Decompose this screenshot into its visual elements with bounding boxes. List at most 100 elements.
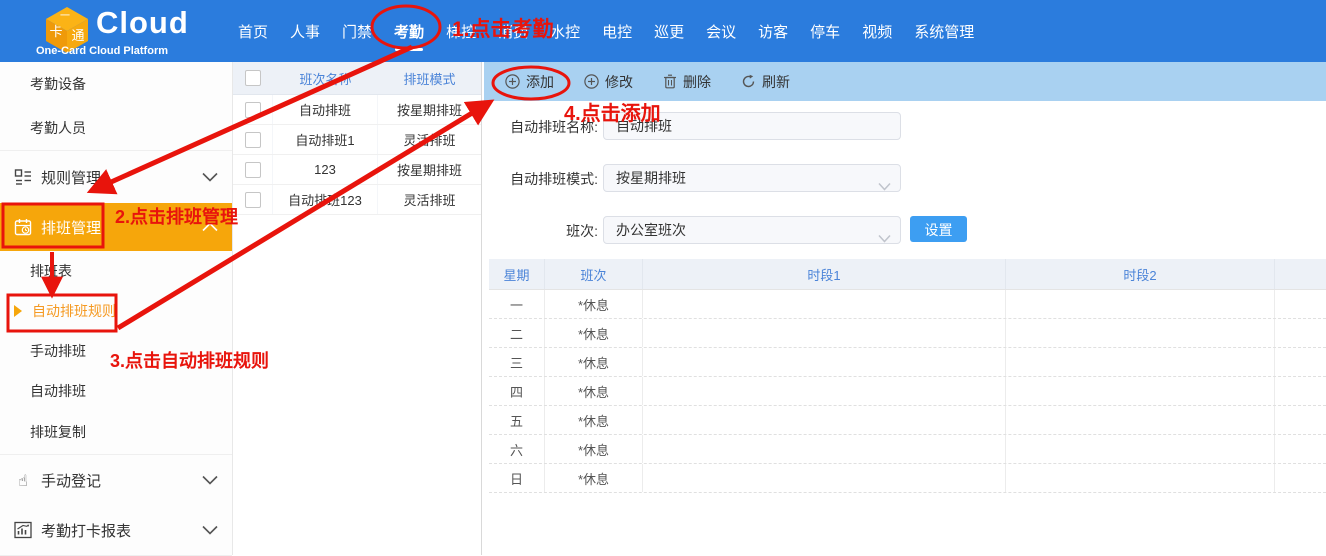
selected-shift-value: 办公室班次 (616, 222, 686, 238)
cell-shift-name: 自动排班 (273, 95, 378, 124)
table-row[interactable]: 六 *休息 (489, 435, 1326, 464)
sidebar-item-manual-schedule[interactable]: 手动排班 (0, 331, 232, 371)
select-all-checkbox[interactable] (245, 70, 261, 86)
cell-schedule-mode: 按星期排班 (378, 155, 481, 184)
row-checkbox[interactable] (245, 132, 261, 148)
shift-label: 班次: (484, 221, 598, 241)
sidebar-item-attendance-person[interactable]: 考勤人员 (0, 106, 232, 151)
svg-text:一: 一 (60, 11, 70, 22)
cell-schedule-mode: 灵活排班 (378, 185, 481, 214)
week-table-header: 星期 班次 时段1 时段2 (489, 259, 1326, 290)
auto-schedule-name-label: 自动排班名称: (484, 117, 598, 137)
nav-item-visitor[interactable]: 访客 (757, 18, 789, 45)
auto-schedule-mode-select[interactable]: 按星期排班 (603, 164, 901, 192)
sidebar: 考勤设备 考勤人员 规则管理 排班管理 排班表 (0, 62, 233, 555)
nav-item-water[interactable]: 水控 (549, 18, 581, 45)
auto-schedule-mode-label: 自动排班模式: (484, 169, 598, 189)
chevron-down-icon (202, 525, 218, 535)
svg-text:通: 通 (71, 28, 84, 43)
sidebar-group-rule-management[interactable]: 规则管理 (0, 151, 232, 203)
cell-schedule-mode: 按星期排班 (378, 95, 481, 124)
toolbar: 添加 修改 删除 刷新 (484, 62, 1326, 101)
rules-icon (14, 168, 32, 186)
sidebar-group-attendance-report[interactable]: 考勤打卡报表 (0, 505, 232, 556)
cell-extra (1275, 406, 1326, 434)
table-row[interactable]: 五 *休息 (489, 406, 1326, 435)
nav-item-attendance[interactable]: 考勤 (393, 18, 425, 45)
nav-item-consume[interactable]: 消费 (497, 18, 529, 45)
cell-extra (1275, 464, 1326, 492)
selected-mode-value: 按星期排班 (616, 170, 686, 186)
nav-item-home[interactable]: 首页 (237, 18, 269, 45)
sidebar-group-schedule-management[interactable]: 排班管理 (0, 203, 232, 251)
nav-item-video[interactable]: 视频 (861, 18, 893, 45)
table-row[interactable]: 自动排班1 灵活排班 (233, 125, 481, 155)
nav-item-system[interactable]: 系统管理 (913, 18, 975, 45)
table-row[interactable]: 123 按星期排班 (233, 155, 481, 185)
shift-select[interactable]: 办公室班次 (603, 216, 901, 244)
nav-item-patrol[interactable]: 巡更 (653, 18, 685, 45)
set-button[interactable]: 设置 (910, 216, 967, 242)
sidebar-item-schedule-table[interactable]: 排班表 (0, 251, 232, 291)
cell-weekday: 二 (489, 319, 545, 347)
column-header-extra (1275, 259, 1326, 289)
chevron-down-icon (878, 173, 891, 199)
nav-item-elevator[interactable]: 梯控 (445, 18, 477, 45)
column-header-weekday: 星期 (489, 259, 545, 289)
sidebar-item-schedule-copy[interactable]: 排班复制 (0, 411, 232, 455)
refresh-button[interactable]: 刷新 (741, 72, 790, 92)
table-row[interactable]: 自动排班 按星期排班 (233, 95, 481, 125)
report-chart-icon (14, 521, 32, 539)
schedule-icon (14, 218, 32, 236)
cell-extra (1275, 435, 1326, 463)
cell-extra (1275, 377, 1326, 405)
cell-shift: *休息 (545, 406, 643, 434)
brand-name: Cloud (96, 5, 189, 41)
edit-button[interactable]: 修改 (584, 72, 633, 92)
nav-item-personnel[interactable]: 人事 (289, 18, 321, 45)
cell-period1 (643, 435, 1006, 463)
cell-period1 (643, 377, 1006, 405)
nav-item-meeting[interactable]: 会议 (705, 18, 737, 45)
plus-circle-icon (505, 74, 520, 89)
cell-period2 (1006, 348, 1275, 376)
table-row[interactable]: 三 *休息 (489, 348, 1326, 377)
add-button[interactable]: 添加 (505, 72, 554, 92)
sidebar-group-label: 规则管理 (41, 167, 101, 188)
nav-item-electric[interactable]: 电控 (601, 18, 633, 45)
nav-item-parking[interactable]: 停车 (809, 18, 841, 45)
cell-shift-name: 123 (273, 155, 378, 184)
row-checkbox[interactable] (245, 192, 261, 208)
table-row[interactable]: 自动排班123 灵活排班 (233, 185, 481, 215)
cell-extra (1275, 290, 1326, 318)
table-row[interactable]: 日 *休息 (489, 464, 1326, 493)
table-row[interactable]: 一 *休息 (489, 290, 1326, 319)
cell-period2 (1006, 290, 1275, 318)
cell-weekday: 三 (489, 348, 545, 376)
row-checkbox[interactable] (245, 162, 261, 178)
auto-schedule-name-input[interactable] (603, 112, 901, 140)
cell-period2 (1006, 435, 1275, 463)
delete-button[interactable]: 删除 (663, 72, 711, 92)
table-row[interactable]: 四 *休息 (489, 377, 1326, 406)
cell-period1 (643, 464, 1006, 492)
sidebar-item-attendance-device[interactable]: 考勤设备 (0, 62, 232, 106)
cell-shift: *休息 (545, 435, 643, 463)
table-row[interactable]: 二 *休息 (489, 319, 1326, 348)
cell-shift: *休息 (545, 348, 643, 376)
cell-shift-name: 自动排班1 (273, 125, 378, 154)
sidebar-item-auto-schedule[interactable]: 自动排班 (0, 371, 232, 411)
cell-shift: *休息 (545, 290, 643, 318)
cell-weekday: 六 (489, 435, 545, 463)
sidebar-group-manual-register[interactable]: ☝ 手动登记 (0, 455, 232, 505)
hand-icon: ☝ (14, 471, 32, 490)
cell-period1 (643, 348, 1006, 376)
nav-item-access[interactable]: 门禁 (341, 18, 373, 45)
sidebar-item-label: 自动排班规则 (32, 303, 116, 319)
delete-button-label: 删除 (683, 72, 711, 92)
sidebar-item-auto-schedule-rule[interactable]: 自动排班规则 (0, 291, 232, 331)
row-checkbox[interactable] (245, 102, 261, 118)
cell-period2 (1006, 406, 1275, 434)
cell-weekday: 一 (489, 290, 545, 318)
chevron-down-icon (878, 225, 891, 251)
